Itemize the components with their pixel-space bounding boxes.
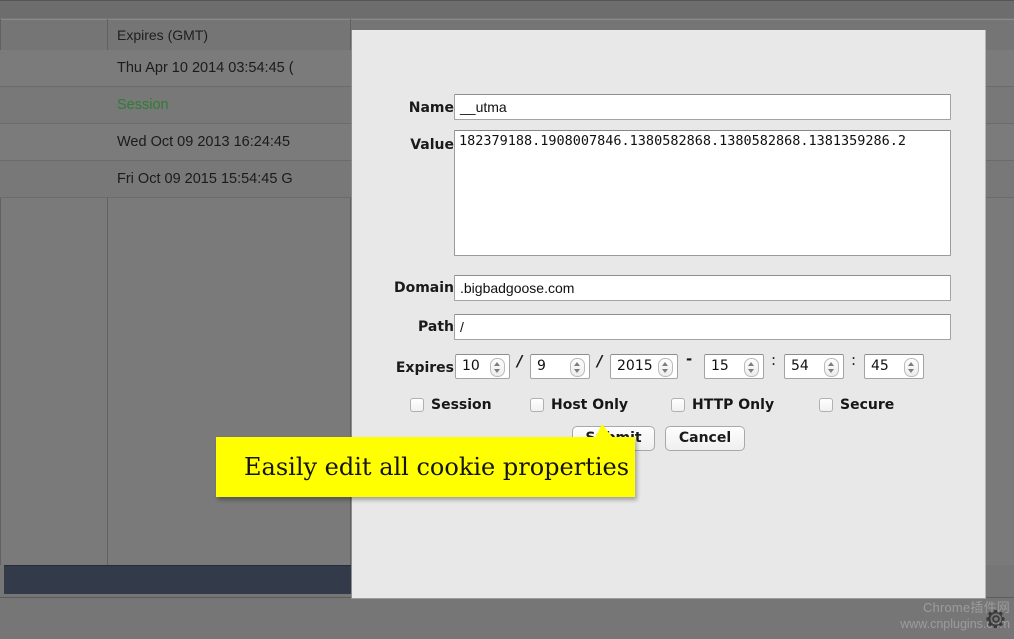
expires-year-stepper[interactable]: 2015 [610,354,678,379]
cancel-button[interactable]: Cancel [665,426,745,451]
gear-icon [986,610,1005,628]
stepper-arrows-icon[interactable] [490,358,505,377]
cell-expires: Thu Apr 10 2014 03:54:45 ( [117,60,294,76]
checkbox-label: HTTP Only [692,397,775,413]
time-separator: : [771,351,777,369]
checkbox-label: Session [431,397,492,413]
domain-label: Domain [393,280,454,296]
cookie-editor-panel: Name __utma Value 182379188.1908007846.1… [351,30,986,599]
name-input[interactable]: __utma [454,94,951,120]
name-label: Name [408,100,454,116]
screenshot-root: Expires (GMT) Thu Apr 10 2014 03:54:45 (… [0,0,1014,639]
expires-month-stepper[interactable]: 10 [455,354,510,379]
expires-label: Expires [395,360,454,376]
expires-day-stepper[interactable]: 9 [530,354,590,379]
expires-minute-value: 54 [791,358,809,374]
stepper-arrows-icon[interactable] [570,358,585,377]
expires-second-value: 45 [871,358,889,374]
date-separator: / [517,352,523,370]
cell-expires: Wed Oct 09 2013 16:24:45 [117,134,291,150]
expires-hour-value: 15 [711,358,729,374]
callout-text: Easily edit all cookie properties [244,453,630,481]
datetime-separator: - [686,350,693,368]
callout-tail-icon [595,424,613,438]
expires-minute-stepper[interactable]: 54 [784,354,844,379]
time-separator: : [851,351,857,369]
callout-tooltip: Easily edit all cookie properties [216,424,635,497]
column-header-blank[interactable] [0,20,107,51]
page-footer-strip [0,597,1014,639]
stepper-arrows-icon[interactable] [824,358,839,377]
stepper-arrows-icon[interactable] [744,358,759,377]
checkbox-label: Host Only [551,397,629,413]
expires-day-value: 9 [537,358,546,374]
checkbox-label: Secure [840,397,895,413]
expires-year-value: 2015 [617,358,653,374]
cell-expires: Fri Oct 09 2015 15:54:45 G [117,171,293,187]
value-label: Value [410,137,454,153]
watermark: Chrome插件网 www.cnplugins.com [890,599,1010,637]
expires-second-stepper[interactable]: 45 [864,354,924,379]
checkbox-box-icon[interactable] [530,398,544,412]
expires-month-value: 10 [462,358,480,374]
domain-input[interactable]: .bigbadgoose.com [454,275,951,301]
value-textarea[interactable]: 182379188.1908007846.1380582868.13805828… [454,130,951,256]
stepper-arrows-icon[interactable] [658,358,673,377]
path-input[interactable]: / [454,314,951,340]
toolbar-strip [0,0,1014,18]
expires-hour-stepper[interactable]: 15 [704,354,764,379]
checkbox-box-icon[interactable] [410,398,424,412]
path-label: Path [418,319,454,335]
checkbox-box-icon[interactable] [671,398,685,412]
cell-expires: Session [117,97,169,113]
date-separator: / [597,352,603,370]
stepper-arrows-icon[interactable] [904,358,919,377]
checkbox-box-icon[interactable] [819,398,833,412]
